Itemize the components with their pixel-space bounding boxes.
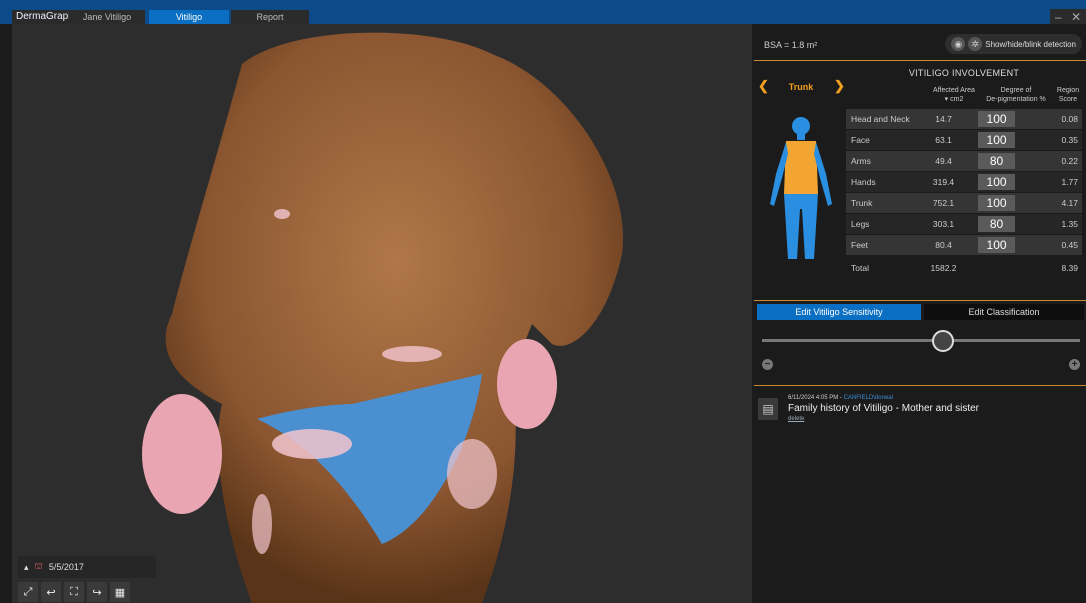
total-score: 8.39 — [1061, 263, 1078, 273]
title-bar: DermaGraphix Jane Vitiligo Vitiligo Repo… — [0, 0, 1086, 24]
bsa-label: BSA = 1.8 m² — [764, 40, 818, 50]
degree-input[interactable]: 100 — [978, 195, 1016, 211]
edit-classification-button[interactable]: Edit Classification — [924, 304, 1084, 320]
table-row[interactable]: Feet 80.4 100 0.45 — [846, 235, 1082, 255]
3d-model-viewport[interactable]: ▴ ⛫ 5/5/2017 ⤢ ↩ ⛶ ↪ ▦ — [12, 24, 752, 603]
close-button[interactable]: ✕ — [1071, 10, 1081, 24]
chevron-left-icon[interactable]: ❮ — [758, 78, 769, 94]
degree-input[interactable]: 100 — [978, 174, 1016, 190]
region-name-cell: Legs — [851, 219, 870, 229]
score-cell: 0.08 — [1061, 114, 1078, 124]
area-cell: 80.4 — [935, 240, 952, 250]
blink-icon[interactable]: ✲ — [968, 37, 983, 51]
score-cell: 0.45 — [1061, 240, 1078, 250]
grid-icon[interactable]: ▦ — [110, 582, 130, 602]
note-user: CANFIELD\doneal — [843, 395, 893, 401]
divider — [754, 300, 1086, 301]
selected-region: Trunk — [788, 82, 814, 92]
delete-note-link[interactable]: delete — [788, 416, 804, 422]
area-cell: 303.1 — [932, 219, 955, 229]
score-cell: 4.17 — [1061, 198, 1078, 208]
region-name-cell: Face — [851, 135, 870, 145]
tab-report[interactable]: Report — [231, 10, 309, 24]
score-cell: 0.35 — [1061, 135, 1078, 145]
collapse-icon[interactable]: ▴ — [24, 562, 29, 573]
redo-icon[interactable]: ↪ — [87, 582, 107, 602]
area-cell: 49.4 — [935, 156, 952, 166]
expand-icon[interactable]: ⤢ — [18, 582, 38, 602]
sensitivity-slider-thumb[interactable] — [932, 330, 954, 352]
involvement-title: VITILIGO INVOLVEMENT — [908, 68, 1020, 78]
column-affected-area[interactable]: Affected Area ▾ cm2 — [924, 86, 984, 104]
session-date-bar[interactable]: ▴ ⛫ 5/5/2017 — [18, 556, 156, 578]
score-cell: 0.22 — [1061, 156, 1078, 166]
degree-input[interactable]: 80 — [978, 216, 1016, 232]
minus-icon[interactable]: − — [762, 359, 773, 370]
degree-input[interactable]: 100 — [978, 132, 1016, 148]
plus-icon[interactable]: + — [1069, 359, 1080, 370]
snapshot-icon[interactable]: ⛶ — [64, 582, 84, 602]
area-cell: 14.7 — [935, 114, 952, 124]
area-cell: 319.4 — [932, 177, 955, 187]
tab-vitiligo[interactable]: Vitiligo — [149, 10, 229, 24]
table-row[interactable]: Face 63.1 100 0.35 — [846, 130, 1082, 150]
region-name-cell: Feet — [851, 240, 869, 250]
table-row[interactable]: Head and Neck 14.7 100 0.08 — [846, 109, 1082, 129]
table-total-row: Total 1582.2 8.39 — [846, 258, 1082, 278]
table-row[interactable]: Arms 49.4 80 0.22 — [846, 151, 1082, 171]
detection-toggle[interactable]: ◉ ✲ Show/hide/blink detection — [945, 34, 1082, 54]
score-cell: 1.35 — [1061, 219, 1078, 229]
degree-input[interactable]: 100 — [978, 111, 1016, 127]
note-text: Family history of Vitiligo - Mother and … — [788, 403, 979, 414]
table-row[interactable]: Trunk 752.1 100 4.17 — [846, 193, 1082, 213]
total-area: 1582.2 — [930, 263, 957, 273]
table-row[interactable]: Legs 303.1 80 1.35 — [846, 214, 1082, 234]
session-date: 5/5/2017 — [48, 562, 84, 572]
table-row[interactable]: Hands 319.4 100 1.77 — [846, 172, 1082, 192]
area-cell: 63.1 — [935, 135, 952, 145]
patient-3d-model — [142, 32, 624, 603]
edit-sensitivity-button[interactable]: Edit Vitiligo Sensitivity — [757, 304, 921, 320]
note-icon[interactable]: ▤ — [758, 398, 778, 420]
sensitivity-slider-track[interactable] — [762, 339, 1080, 342]
note-timestamp: 6/11/2024 4:05 PM - — [788, 395, 844, 401]
region-name-cell: Trunk — [851, 198, 873, 208]
tab-jane-vitiligo[interactable]: Jane Vitiligo — [69, 10, 145, 24]
total-label: Total — [851, 263, 869, 273]
eye-icon[interactable]: ◉ — [951, 37, 966, 51]
note-meta: 6/11/2024 4:05 PM - CANFIELD\doneal — [788, 395, 893, 401]
chevron-right-icon[interactable]: ❯ — [834, 78, 845, 94]
tripod-icon: ⛫ — [34, 561, 43, 571]
column-region-score: Region Score — [1056, 87, 1080, 103]
window-controls: – ✕ — [1050, 9, 1086, 24]
viewer-toolbar: ⤢ ↩ ⛶ ↪ ▦ — [18, 582, 130, 602]
area-cell: 752.1 — [932, 198, 955, 208]
divider — [754, 60, 1086, 61]
minimize-button[interactable]: – — [1055, 10, 1062, 24]
region-name-cell: Head and Neck — [851, 114, 910, 124]
detection-label: Show/hide/blink detection — [985, 39, 1076, 49]
vitiligo-panel: BSA = 1.8 m² ◉ ✲ Show/hide/blink detecti… — [754, 24, 1086, 603]
degree-input[interactable]: 100 — [978, 237, 1016, 253]
score-cell: 1.77 — [1061, 177, 1078, 187]
undo-icon[interactable]: ↩ — [41, 582, 61, 602]
column-depigmentation: Degree of De-pigmentation % — [986, 87, 1046, 103]
divider — [754, 385, 1086, 386]
region-name-cell: Hands — [851, 177, 876, 187]
body-figure[interactable] — [756, 114, 846, 264]
degree-input[interactable]: 80 — [978, 153, 1016, 169]
region-name-cell: Arms — [851, 156, 871, 166]
